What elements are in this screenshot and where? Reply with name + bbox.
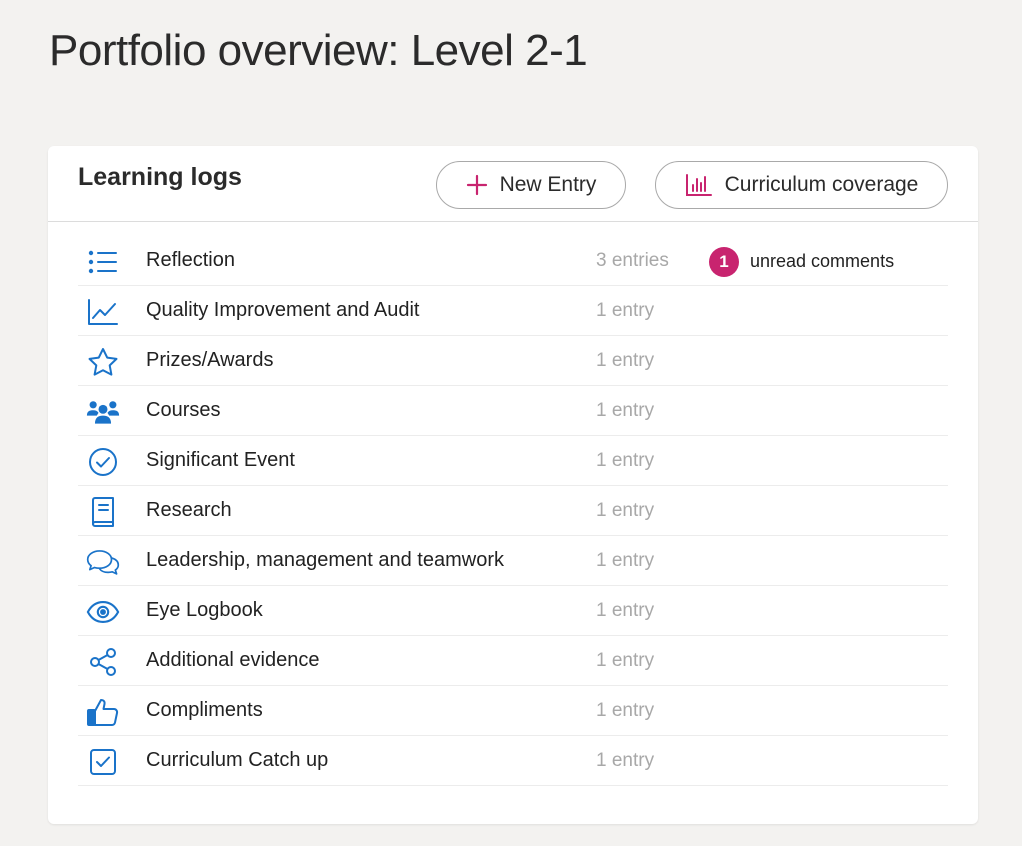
bar-chart-icon [685,173,713,197]
log-item-eye-logbook[interactable]: Eye Logbook 1 entry [78,586,948,636]
new-entry-button[interactable]: New Entry [436,161,626,209]
star-icon [86,345,120,379]
log-name: Eye Logbook [146,599,263,621]
log-count: 1 entry [596,400,655,421]
log-name: Curriculum Catch up [146,749,329,771]
unread-comments-label: unread comments [750,251,895,271]
check-circle-icon [86,445,120,479]
thumbs-up-icon [86,695,120,729]
log-count: 3 entries [596,250,669,271]
learning-log-list: Reflection 3 entries 1 unread comments Q… [78,236,948,786]
log-name: Leadership, management and teamwork [146,549,504,571]
log-item-prizes-awards[interactable]: Prizes/Awards 1 entry [78,336,948,386]
chat-bubbles-icon [86,545,120,579]
log-count: 1 entry [596,500,655,521]
log-name: Compliments [146,699,263,721]
log-item-research[interactable]: Research 1 entry [78,486,948,536]
log-name: Quality Improvement and Audit [146,299,420,321]
log-count: 1 entry [596,700,655,721]
log-name: Courses [146,399,221,421]
checkbox-icon [86,745,120,779]
log-count: 1 entry [596,550,655,571]
curriculum-coverage-label: Curriculum coverage [724,173,919,196]
people-icon [86,395,120,429]
unread-badge: 1 [709,247,739,277]
card-title: Learning logs [78,163,242,191]
log-count: 1 entry [596,650,655,671]
log-item-significant-event[interactable]: Significant Event 1 entry [78,436,948,486]
new-entry-label: New Entry [499,173,597,196]
share-icon [86,645,120,679]
log-item-leadership[interactable]: Leadership, management and teamwork 1 en… [78,536,948,586]
log-item-compliments[interactable]: Compliments 1 entry [78,686,948,736]
log-item-courses[interactable]: Courses 1 entry [78,386,948,436]
list-icon [86,245,120,279]
card-header: Learning logs New Entry Curriculum cover… [48,146,978,222]
log-count: 1 entry [596,750,655,771]
log-name: Prizes/Awards [146,349,274,371]
plus-icon [466,174,488,196]
book-icon [86,495,120,529]
log-count: 1 entry [596,600,655,621]
page-title: Portfolio overview: Level 2-1 [49,26,588,75]
log-count: 1 entry [596,450,655,471]
curriculum-coverage-button[interactable]: Curriculum coverage [655,161,948,209]
log-name: Research [146,499,232,521]
log-item-quality-improvement[interactable]: Quality Improvement and Audit 1 entry [78,286,948,336]
log-count: 1 entry [596,350,655,371]
log-item-reflection[interactable]: Reflection 3 entries 1 unread comments [78,236,948,286]
log-item-curriculum-catch-up[interactable]: Curriculum Catch up 1 entry [78,736,948,786]
log-name: Significant Event [146,449,295,471]
learning-logs-card: Learning logs New Entry Curriculum cover… [48,146,978,824]
eye-icon [86,595,120,629]
log-name: Reflection [146,249,235,271]
log-item-additional-evidence[interactable]: Additional evidence 1 entry [78,636,948,686]
log-count: 1 entry [596,300,655,321]
log-name: Additional evidence [146,649,320,671]
line-chart-icon [86,295,120,329]
